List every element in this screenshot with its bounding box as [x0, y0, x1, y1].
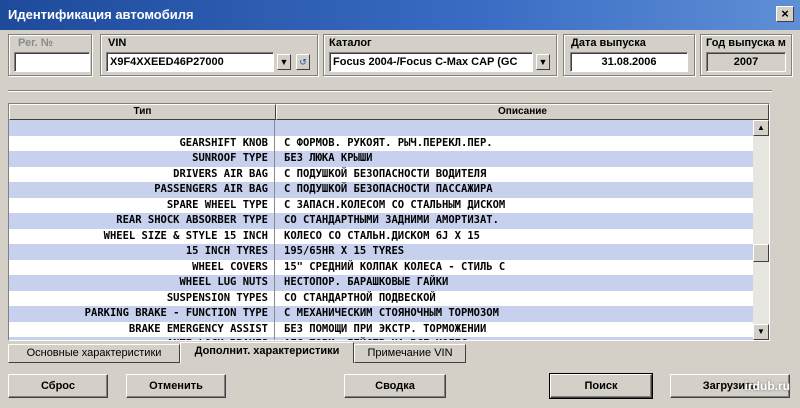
cell-description: СО СТАНДАРТНЫМИ ЗАДНИМИ АМОРТИЗАТ. [284, 214, 499, 226]
table-row[interactable]: WHEEL LUG NUTS НЕСТОПОР. БАРАШКОВЫЕ ГАЙКИ [9, 275, 754, 291]
grid-rows: GEARSHIFT KNOB С ФОРМОВ. РУКОЯТ. РЫЧ.ПЕРЕ… [9, 120, 754, 340]
cell-description: НЕСТОПОР. БАРАШКОВЫЕ ГАЙКИ [284, 276, 449, 288]
cell-type: 15 INCH TYRES [9, 244, 275, 260]
year-label: Год выпуска м [706, 37, 786, 49]
cell-description: АБС.ТОРМ.,ДЕЙСТВ.НА ВСЕ КОЛЕС. [275, 337, 754, 340]
table-row[interactable]: SUSPENSION TYPES СО СТАНДАРТНОЙ ПОДВЕСКОЙ [9, 290, 754, 306]
scroll-thumb[interactable] [753, 244, 769, 262]
title-bar: Идентификация автомобиля × [0, 0, 800, 30]
table-row[interactable]: ANTI-LOCK BRAKESАБС.ТОРМ.,ДЕЙСТВ.НА ВСЕ … [9, 337, 754, 340]
table-row[interactable]: WHEEL COVERS 15" СРЕДНИЙ КОЛПАК КОЛЕСА - … [9, 259, 754, 275]
search-button[interactable]: Поиск [549, 373, 653, 399]
reset-button[interactable]: Сброс [8, 374, 108, 398]
table-row[interactable]: SUNROOF TYPE БЕЗ ЛЮКА КРЫШИ [9, 151, 754, 167]
table-row[interactable]: PASSENGERS AIR BAG С ПОДУШКОЙ БЕЗОПАСНОСТ… [9, 182, 754, 198]
table-row[interactable]: SPARE WHEEL TYPE С ЗАПАСН.КОЛЕСОМ СО СТАЛ… [9, 197, 754, 213]
scroll-up-icon[interactable]: ▲ [753, 120, 769, 136]
cell-type: PARKING BRAKE - FUNCTION TYPE [9, 306, 275, 322]
cell-description: СО СТАНДАРТНОЙ ПОДВЕСКОЙ [284, 291, 436, 304]
close-icon[interactable]: × [776, 6, 794, 22]
column-header-description[interactable]: Описание [276, 104, 769, 120]
identification-window: Идентификация автомобиля × Рег. № VIN X9… [0, 0, 800, 408]
tab-main-characteristics[interactable]: Основные характеристики [8, 344, 180, 363]
cell-description: С МЕХАНИЧЕСКИМ СТОЯНОЧНЫМ ТОРМОЗОМ [284, 307, 499, 319]
window-title: Идентификация автомобиля [8, 7, 194, 22]
catalog-select[interactable]: Focus 2004-/Focus C-Max CAP (GC [329, 52, 533, 72]
cell-type: PASSENGERS AIR BAG [9, 182, 275, 198]
table-row[interactable]: PARKING BRAKE - FUNCTION TYPE С МЕХАНИЧЕС… [9, 306, 754, 322]
cell-type: BRAKE EMERGENCY ASSIST [9, 321, 275, 337]
cell-description: 195/65HR X 15 TYRES [284, 245, 405, 257]
table-row[interactable]: GEARSHIFT KNOB С ФОРМОВ. РУКОЯТ. РЫЧ.ПЕРЕ… [9, 135, 754, 151]
vin-field[interactable]: X9F4XXEED46P27000 [106, 52, 274, 72]
cell-type: ANTI-LOCK BRAKES [9, 337, 275, 340]
cell-type [9, 120, 275, 136]
cancel-button[interactable]: Отменить [126, 374, 226, 398]
cell-description: 15" СРЕДНИЙ КОЛПАК КОЛЕСА - СТИЛЬ С [284, 260, 506, 273]
refresh-icon[interactable]: ↺ [296, 54, 310, 70]
cell-type: SUSPENSION TYPES [9, 290, 275, 306]
table-row[interactable]: BRAKE EMERGENCY ASSIST БЕЗ ПОМОЩИ ПРИ ЭКС… [9, 321, 754, 337]
grid-header: Тип Описание [9, 104, 769, 120]
cell-description: БЕЗ ПОМОЩИ ПРИ ЭКСТР. ТОРМОЖЕНИИ [284, 322, 487, 335]
tab-vin-note[interactable]: Примечание VIN [354, 344, 466, 363]
cell-type: SPARE WHEEL TYPE [9, 197, 275, 213]
column-header-type[interactable]: Тип [9, 104, 276, 120]
cell-description: БЕЗ ЛЮКА КРЫШИ [284, 152, 373, 164]
table-row[interactable]: 15 INCH TYRES 195/65HR X 15 TYRES [9, 244, 754, 260]
vin-label: VIN [108, 37, 127, 49]
table-row[interactable]: WHEEL SIZE & STYLE 15 INCH КОЛЕСО СО СТАЛ… [9, 228, 754, 244]
cell-type: REAR SHOCK ABSORBER TYPE [9, 213, 275, 229]
reg-field[interactable] [14, 52, 90, 72]
catalog-label: Каталог [329, 37, 372, 49]
date-field[interactable]: 31.08.2006 [570, 52, 688, 72]
cell-description: С ЗАПАСН.КОЛЕСОМ СО СТАЛЬНЫМ ДИСКОМ [284, 198, 506, 211]
cell-type: WHEEL SIZE & STYLE 15 INCH [9, 228, 275, 244]
reg-label: Рег. № [18, 37, 54, 49]
cell-description: С ПОДУШКОЙ БЕЗОПАСНОСТИ ВОДИТЕЛЯ [284, 167, 487, 180]
separator [8, 90, 772, 92]
vertical-scrollbar[interactable]: ▲ ▼ [753, 120, 769, 340]
date-label: Дата выпуска [571, 37, 646, 49]
catalog-dropdown-icon[interactable]: ▼ [536, 54, 550, 70]
watermark-text: irdub.ru [744, 379, 790, 393]
table-row[interactable]: DRIVERS AIR BAG С ПОДУШКОЙ БЕЗОПАСНОСТИ В… [9, 166, 754, 182]
tab-additional-characteristics[interactable]: Дополнит. характеристики [180, 342, 354, 363]
table-row[interactable]: REAR SHOCK ABSORBER TYPE СО СТАНДАРТНЫМИ … [9, 213, 754, 229]
characteristics-grid: Тип Описание GEARSHIFT KNOB С ФОРМОВ. РУК… [8, 103, 770, 341]
summary-button[interactable]: Сводка [344, 374, 446, 398]
cell-type: WHEEL COVERS [9, 259, 275, 275]
cell-type: SUNROOF TYPE [9, 151, 275, 167]
cell-description: КОЛЕСО СО СТАЛЬН.ДИСКОМ 6J X 15 [284, 229, 480, 242]
year-field: 2007 [706, 52, 786, 72]
vin-dropdown-icon[interactable]: ▼ [277, 54, 291, 70]
cell-type: GEARSHIFT KNOB [9, 135, 275, 151]
cell-type: DRIVERS AIR BAG [9, 166, 275, 182]
cell-type: WHEEL LUG NUTS [9, 275, 275, 291]
cell-description: С ПОДУШКОЙ БЕЗОПАСНОСТИ ПАССАЖИРА [284, 183, 493, 195]
scroll-down-icon[interactable]: ▼ [753, 324, 769, 340]
cell-description: С ФОРМОВ. РУКОЯТ. РЫЧ.ПЕРЕКЛ.ПЕР. [284, 136, 493, 149]
table-row[interactable] [9, 120, 754, 136]
